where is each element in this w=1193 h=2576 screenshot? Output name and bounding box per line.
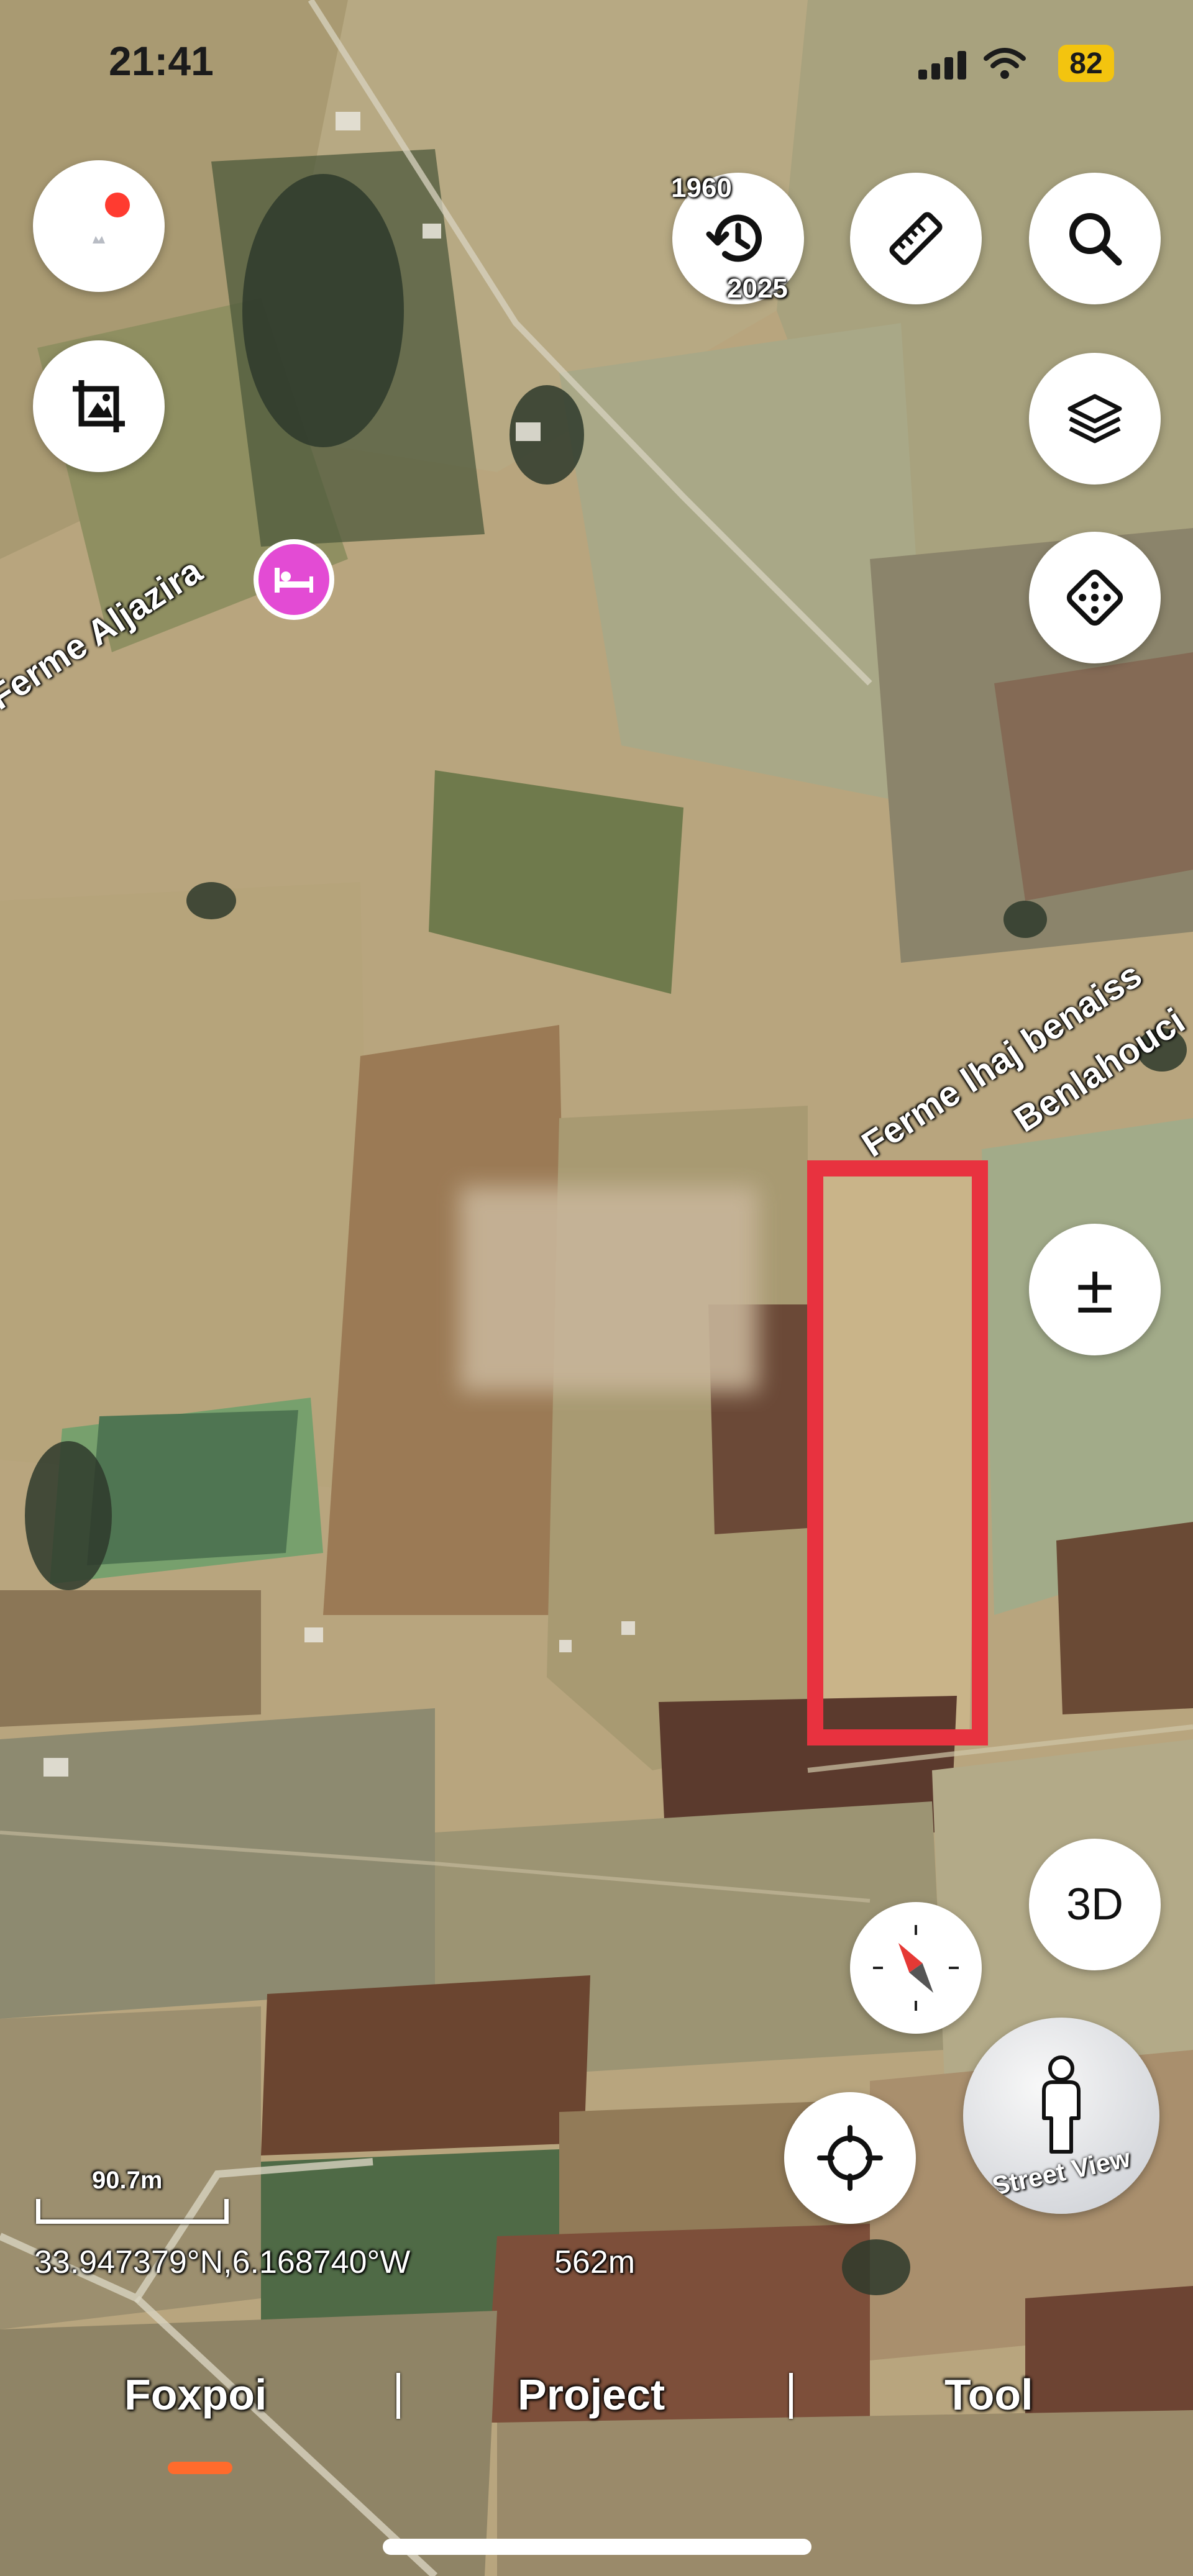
scale-bar <box>36 2199 229 2224</box>
zoom-button[interactable]: ± <box>1029 1224 1161 1355</box>
street-view-person-icon <box>1042 2055 1081 2154</box>
image-crop-button[interactable] <box>33 340 165 472</box>
timeline-start-year: 1960 <box>671 173 732 203</box>
layers-button[interactable] <box>1029 353 1161 485</box>
measure-button[interactable] <box>850 173 982 304</box>
battery-indicator: 82 <box>1058 45 1114 82</box>
cellular-signal-icon <box>918 50 968 80</box>
view-3d-label: 3D <box>1066 1880 1124 1929</box>
view-3d-button[interactable]: 3D <box>1029 1839 1161 1970</box>
tab-tool[interactable]: Tool <box>944 2370 1033 2419</box>
status-time: 21:41 <box>109 38 214 84</box>
home-indicator[interactable] <box>383 2539 811 2555</box>
dice-icon <box>1066 569 1123 626</box>
hotel-bed-icon <box>275 568 313 593</box>
search-icon <box>1069 213 1122 266</box>
map-screen: 21:41 82 Ferme Aljazira Ferme lhaj benai… <box>0 0 1193 2576</box>
profile-button[interactable] <box>33 160 165 292</box>
random-location-button[interactable] <box>1029 532 1161 663</box>
scale-distance: 90.7m <box>92 2167 163 2194</box>
wifi-icon <box>984 48 1026 79</box>
tab-project[interactable]: Project <box>518 2370 665 2419</box>
coordinates-readout: 33.947379°N,6.168740°W <box>34 2244 411 2280</box>
search-button[interactable] <box>1029 173 1161 304</box>
compass-icon <box>873 1925 959 2011</box>
active-tab-indicator <box>168 2462 232 2474</box>
zoom-icon: ± <box>1076 1251 1114 1327</box>
locate-icon <box>817 2125 883 2191</box>
battery-percent: 82 <box>1069 47 1103 80</box>
compass-button[interactable] <box>850 1902 982 2034</box>
crop-image-icon <box>73 380 125 432</box>
tab-divider <box>789 2373 793 2419</box>
history-clock-icon <box>706 214 762 262</box>
tab-foxpoi[interactable]: Foxpoi <box>124 2370 267 2419</box>
layers-icon <box>1067 394 1122 444</box>
poi-pin[interactable] <box>254 539 334 620</box>
ruler-icon <box>889 212 943 265</box>
tab-divider <box>396 2373 400 2419</box>
profile-icon <box>71 193 130 253</box>
locate-button[interactable] <box>784 2092 916 2224</box>
timeline-end-year: 2025 <box>727 273 788 304</box>
altitude-readout: 562m <box>554 2244 636 2280</box>
street-view-button[interactable]: Street View <box>963 2018 1159 2214</box>
